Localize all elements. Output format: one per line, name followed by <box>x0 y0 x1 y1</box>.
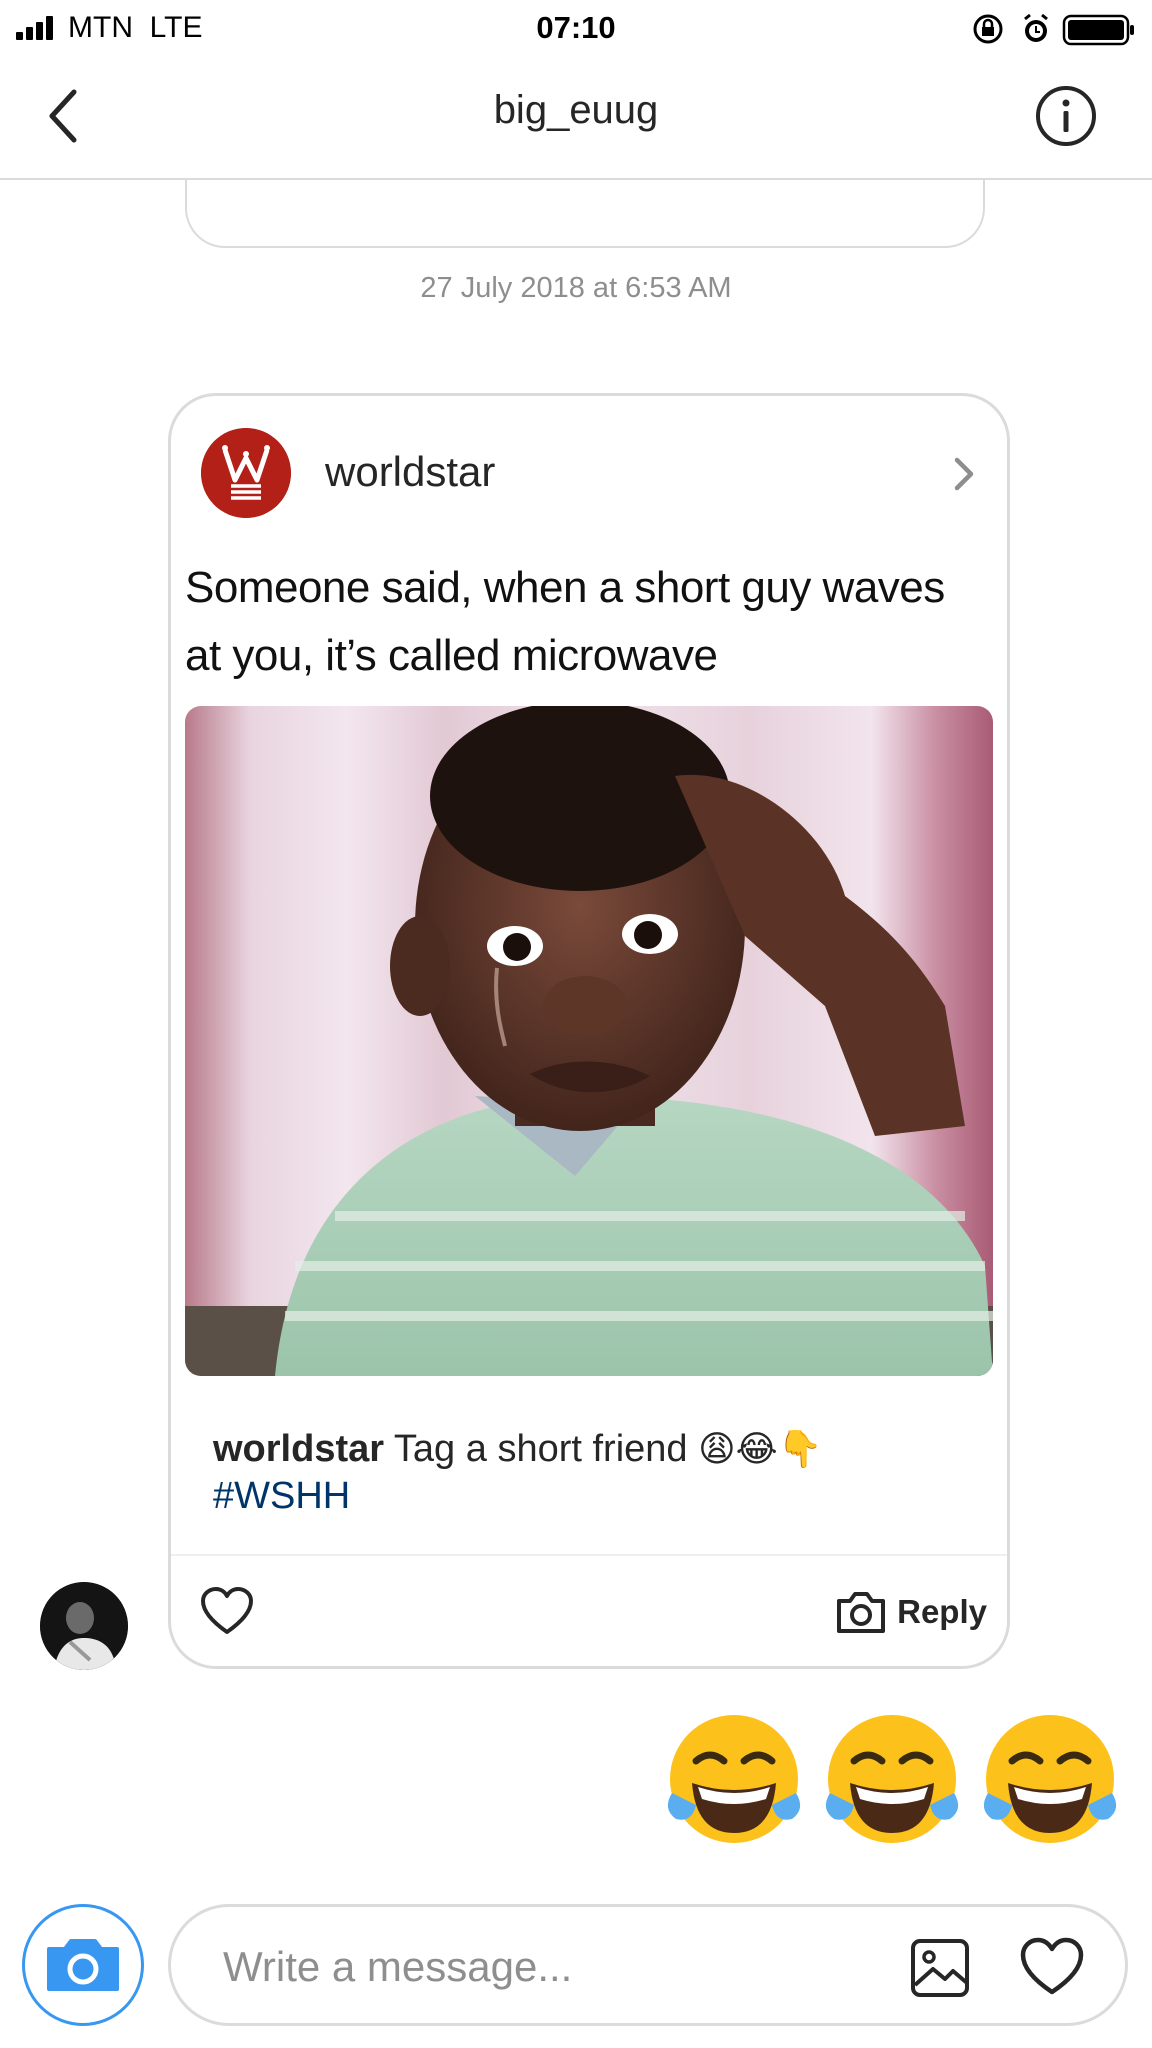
meme-text-line: at you, it’s called microwave <box>185 631 718 680</box>
meme-photo <box>185 706 993 1376</box>
conversation-header: big_euug <box>0 58 1152 248</box>
shared-post-caption: worldstar Tag a short friend 😩😂👇 #WSHH <box>213 1426 973 1519</box>
heart-icon[interactable] <box>199 1586 255 1638</box>
heart-icon[interactable] <box>1019 1937 1085 1999</box>
message-field[interactable] <box>168 1904 1128 2026</box>
rotation-lock-icon <box>973 14 1003 44</box>
status-bar: MTN LTE 07:10 <box>0 0 1152 58</box>
worldstar-logo-icon <box>201 428 291 518</box>
crying-child-photo <box>185 706 993 1376</box>
camera-icon <box>837 1592 886 1633</box>
caption-hashtag[interactable]: #WSHH <box>213 1473 973 1519</box>
shared-post-username[interactable]: worldstar <box>325 448 495 496</box>
reply-label: Reply <box>897 1593 987 1630</box>
gallery-icon[interactable] <box>909 1937 971 1999</box>
previous-message-bubble <box>185 178 985 248</box>
profile-photo <box>40 1582 128 1670</box>
laughing-emoji-icon <box>825 1715 959 1843</box>
camera-button[interactable] <box>22 1904 144 2026</box>
meme-text-line: Someone said, when a short guy waves <box>185 563 945 612</box>
message-timestamp: 27 July 2018 at 6:53 AM <box>420 272 732 304</box>
sender-avatar[interactable] <box>40 1582 128 1670</box>
card-divider <box>171 1554 1007 1556</box>
shared-post-card[interactable]: worldstar Someone said, when a short guy… <box>168 393 1010 1669</box>
conversation-title[interactable]: big_euug <box>0 88 1152 133</box>
status-icons <box>973 13 1134 46</box>
alarm-icon <box>1024 13 1048 42</box>
shared-post-image[interactable]: Someone said, when a short guy waves at … <box>185 546 993 1376</box>
chevron-right-icon[interactable] <box>949 454 979 494</box>
laughing-emoji-icon <box>667 1715 801 1843</box>
message-input[interactable] <box>221 1931 825 2003</box>
caption-username[interactable]: worldstar <box>213 1428 384 1470</box>
message-composer <box>0 1890 1152 2048</box>
caption-text: Tag a short friend <box>393 1428 688 1470</box>
shared-post-header[interactable]: worldstar <box>171 396 1007 546</box>
laughing-emoji-icon <box>983 1715 1117 1843</box>
worldstar-avatar[interactable] <box>201 428 291 518</box>
emoji-message[interactable] <box>662 1705 1122 1849</box>
meme-caption-text: Someone said, when a short guy waves at … <box>185 546 993 696</box>
info-icon[interactable] <box>1034 84 1098 148</box>
caption-emojis: 😩😂👇 <box>698 1429 823 1470</box>
camera-icon <box>31 1913 135 2017</box>
reply-button[interactable]: Reply <box>835 1582 987 1642</box>
battery-icon <box>1062 14 1134 46</box>
